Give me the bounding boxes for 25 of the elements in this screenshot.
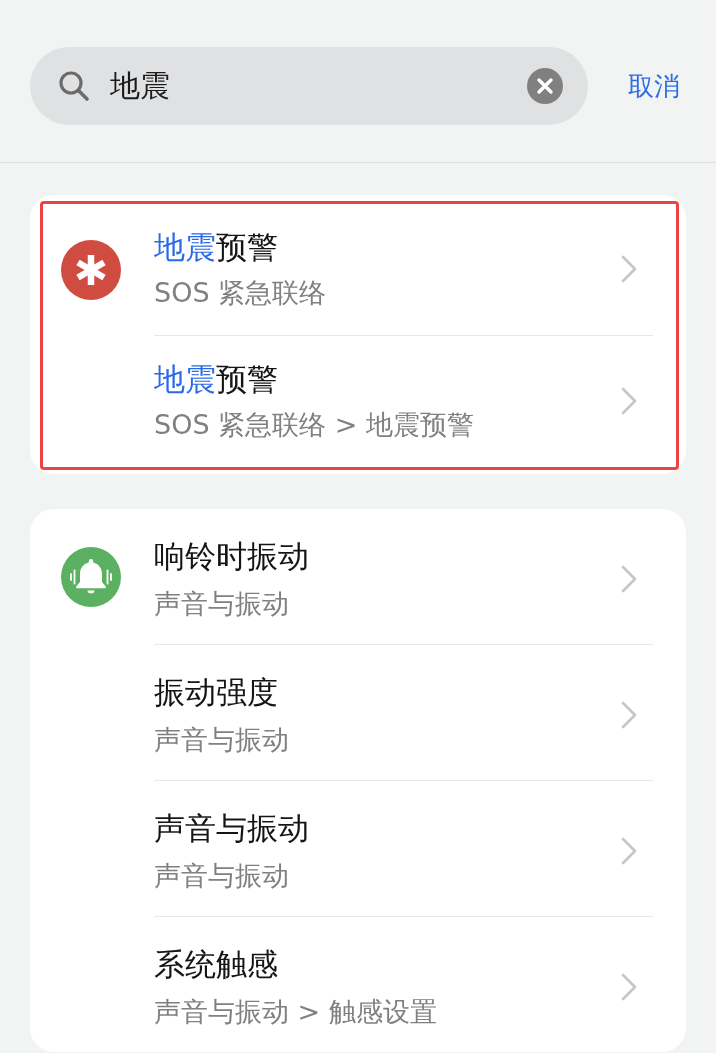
result-path: 声音与振动 > 触感设置: [154, 995, 437, 1029]
chevron-right-icon[interactable]: [621, 973, 637, 1001]
result-path: SOS 紧急联络 > 地震预警: [154, 408, 474, 442]
clear-icon[interactable]: [527, 68, 563, 104]
result-title: 地震预警: [154, 360, 279, 399]
result-path: 声音与振动: [154, 723, 289, 757]
result-title: 地震预警: [154, 228, 279, 267]
asterisk-icon: [61, 239, 121, 300]
result-path: 声音与振动: [154, 859, 290, 893]
chevron-right-icon[interactable]: [621, 255, 637, 283]
result-title: 声音与振动: [154, 809, 309, 848]
bell-icon: [61, 546, 121, 607]
search-field[interactable]: 地震: [30, 47, 588, 125]
cancel-button[interactable]: 取消: [628, 69, 680, 103]
chevron-right-icon[interactable]: [621, 837, 637, 865]
result-path: SOS 紧急联络: [154, 276, 327, 310]
result-title: 系统触感: [154, 945, 279, 984]
chevron-right-icon[interactable]: [621, 701, 637, 729]
chevron-right-icon[interactable]: [621, 387, 637, 415]
search-icon: [58, 70, 90, 102]
result-title: 响铃时振动: [154, 537, 309, 576]
search-input[interactable]: 地震: [110, 68, 527, 104]
result-title: 振动强度: [154, 673, 279, 712]
chevron-right-icon[interactable]: [621, 565, 637, 593]
result-path: 声音与振动: [154, 587, 290, 621]
